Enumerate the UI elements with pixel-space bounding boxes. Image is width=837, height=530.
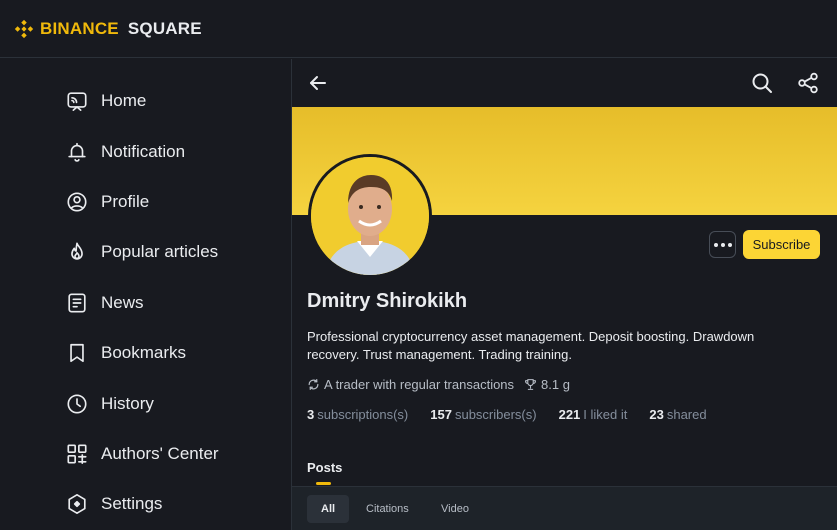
stat-subscribers[interactable]: 157 subscribers(s) [430, 407, 536, 422]
more-dot-icon [713, 242, 718, 247]
sidebar-item-label: Settings [101, 494, 163, 513]
sidebar-item-label: Bookmarks [101, 343, 187, 362]
stat-label: subscribers(s) [454, 407, 537, 422]
sidebar: Home Notification Profile Popular articl… [0, 59, 291, 530]
stat-value: 221 [558, 407, 581, 422]
logo[interactable]: BINANCE SQUARE [13, 18, 202, 40]
sidebar-item-label: History [101, 394, 154, 413]
sidebar-item-label: Authors' Center [101, 444, 219, 463]
sidebar-item-label: Popular articles [101, 242, 219, 261]
sidebar-item-history[interactable]: History [66, 389, 154, 419]
bookmark-icon [70, 343, 84, 363]
more-options-button[interactable] [709, 231, 736, 258]
weight-badge-label: 8.1 g [541, 377, 570, 392]
stat-label: I liked it [583, 407, 628, 422]
sidebar-item-label: Notification [101, 142, 186, 161]
sidebar-item-label: Profile [101, 192, 150, 211]
sidebar-item-home[interactable]: Home [66, 86, 146, 116]
stat-likes[interactable]: 221 I liked it [559, 407, 628, 422]
stat-label: shared [666, 407, 707, 422]
stat-value: 23 [649, 407, 664, 422]
subtab-video[interactable]: Video [427, 495, 483, 523]
binance-logo-icon [14, 19, 34, 38]
stat-shared[interactable]: 23 shared [649, 407, 706, 422]
profile-panel: Subscribe Dmitry Shirokikh Professional … [291, 59, 837, 530]
profile-bio: Professional cryptocurrency asset manage… [307, 329, 755, 362]
sidebar-item-popular-articles[interactable]: Popular articles [66, 237, 218, 267]
sidebar-item-label: Home [101, 91, 147, 110]
profile-badges: A trader with regular transactions 8.1 g [307, 377, 570, 392]
profile-stats: 3 subscriptions(s) 157 subscribers(s) 221 I… [307, 407, 729, 422]
active-tab-indicator [316, 482, 331, 485]
stat-subscriptions[interactable]: 3 subscriptions(s) [307, 407, 408, 422]
subtab-all[interactable]: All [307, 495, 350, 523]
clock-icon [67, 394, 87, 414]
fire-icon [71, 242, 83, 260]
sidebar-item-news[interactable]: News [66, 288, 144, 318]
trader-badge[interactable]: A trader with regular transactions [307, 377, 514, 392]
settings-icon [68, 494, 86, 514]
search-icon[interactable] [750, 71, 774, 95]
avatar-portrait [311, 157, 429, 275]
more-dot-icon [727, 242, 732, 247]
stat-value: 157 [430, 407, 452, 422]
avatar-photo [311, 157, 429, 275]
sidebar-item-profile[interactable]: Profile [66, 187, 149, 217]
trophy-icon [525, 379, 536, 390]
profile-name: Dmitry Shirokikh [307, 290, 468, 312]
arrow-left-icon[interactable] [306, 71, 330, 95]
weight-badge[interactable]: 8.1 g [524, 377, 570, 392]
top-bar: BINANCE SQUARE [0, 0, 837, 58]
sidebar-item-settings[interactable]: Settings [66, 489, 162, 519]
home-icon [67, 92, 87, 111]
subtab-citations[interactable]: Citations [352, 495, 423, 523]
tab-posts[interactable]: Posts [307, 460, 342, 475]
stat-value: 3 [307, 407, 315, 422]
stat-label: subscriptions(s) [317, 407, 409, 422]
panel-header [292, 59, 837, 107]
bell-icon [68, 142, 86, 162]
post-filter-bar: All Citations Video [292, 486, 837, 530]
avatar[interactable] [308, 154, 432, 278]
share-icon[interactable] [796, 71, 820, 95]
brand-name: BINANCE [40, 18, 119, 38]
sidebar-item-authors-center[interactable]: Authors' Center [66, 439, 219, 469]
sidebar-item-notification[interactable]: Notification [66, 137, 185, 167]
trader-badge-label: A trader with regular transactions [324, 377, 515, 392]
subscribe-button[interactable]: Subscribe [743, 230, 820, 259]
refresh-icon [308, 379, 319, 390]
sidebar-item-label: News [101, 293, 144, 312]
user-circle-icon [67, 192, 87, 212]
grid-icon [67, 444, 87, 464]
brand-suffix: SQUARE [127, 18, 202, 38]
more-dot-icon [720, 242, 725, 247]
news-icon [68, 293, 86, 313]
sidebar-item-bookmarks[interactable]: Bookmarks [66, 338, 186, 368]
